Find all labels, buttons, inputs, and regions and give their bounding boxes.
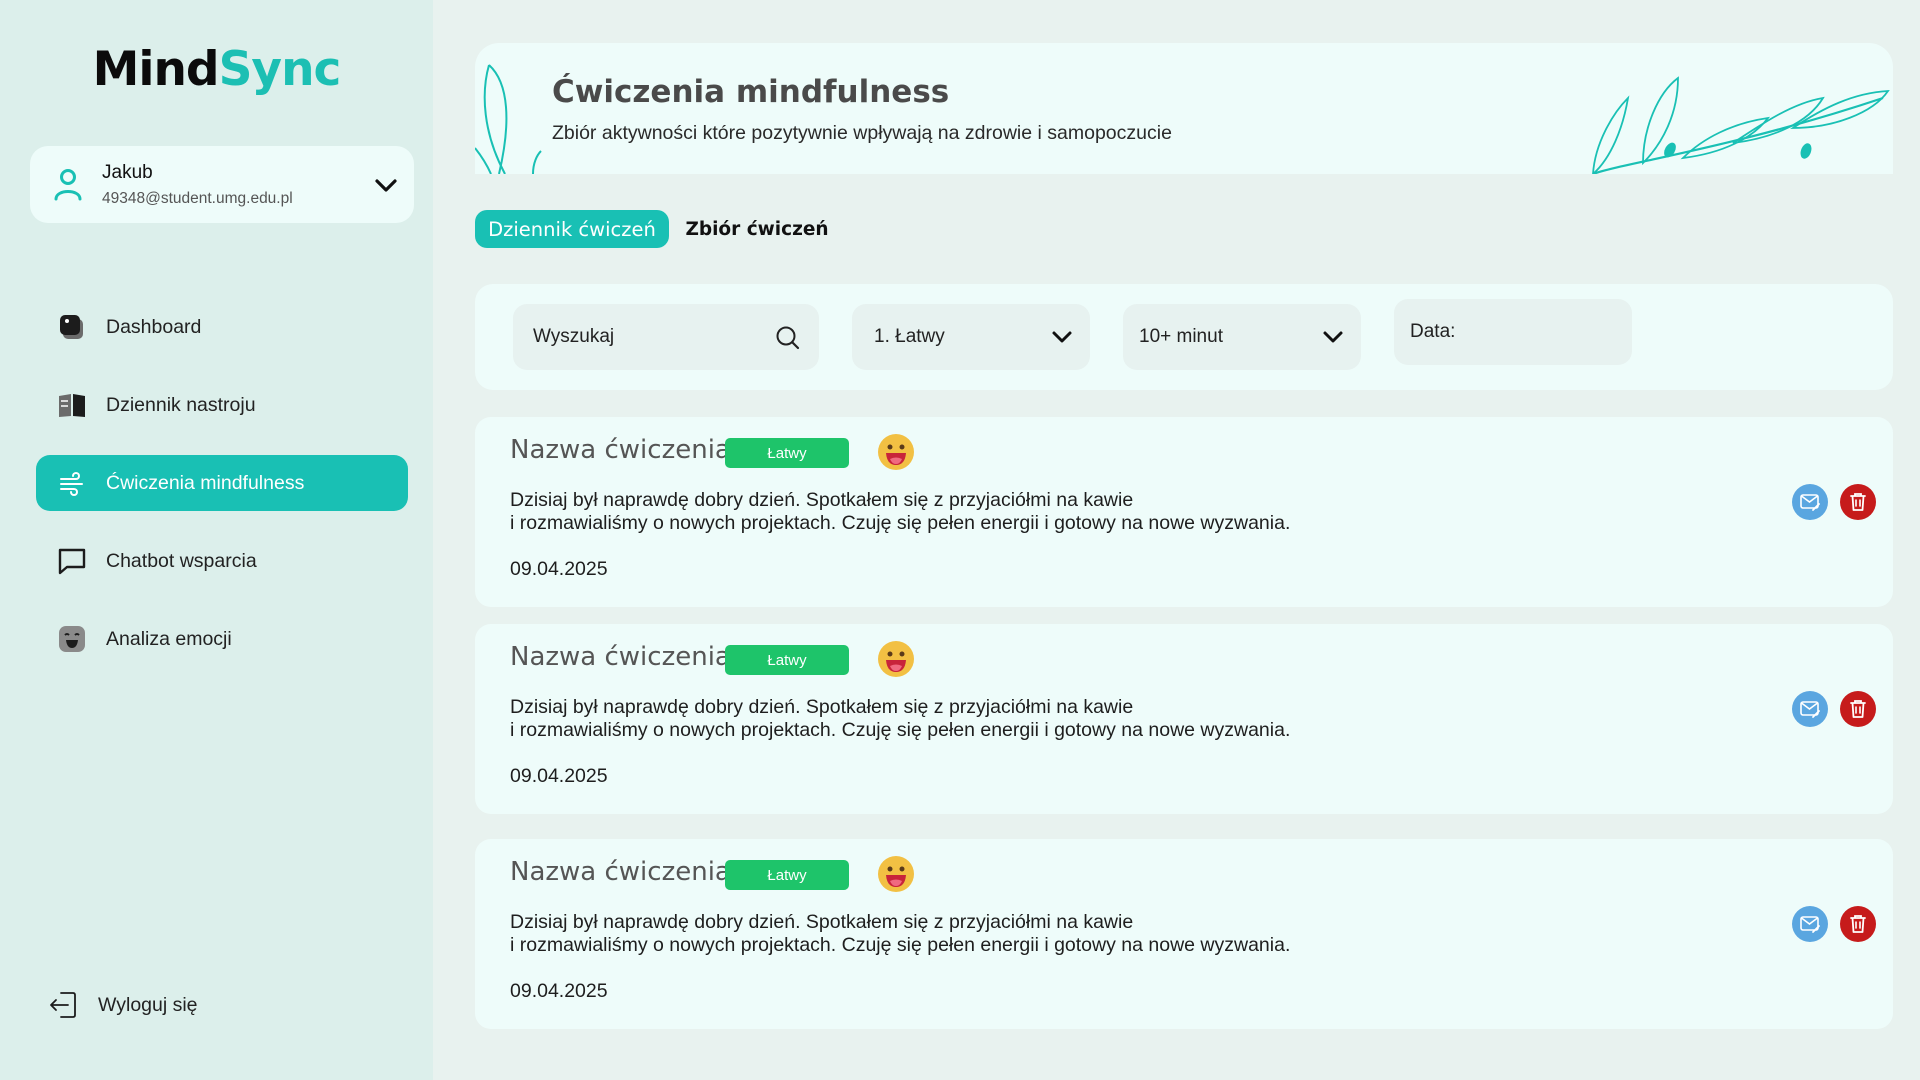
entry-text: Dzisiaj był naprawdę dobry dzień. Spotka… — [510, 489, 1290, 535]
sidebar-item-label: Dziennik nastroju — [106, 393, 256, 416]
entry-text-line: Dzisiaj był naprawdę dobry dzień. Spotka… — [510, 489, 1134, 511]
entry-date: 09.04.2025 — [510, 765, 608, 787]
entry-date: 09.04.2025 — [510, 558, 608, 580]
sidebar-item-chatbot[interactable]: Chatbot wsparcia — [36, 533, 408, 589]
tab-exercise-collection[interactable]: Zbiór ćwiczeń — [680, 210, 834, 248]
entry-date: 09.04.2025 — [510, 980, 608, 1002]
duration-select[interactable]: 10+ minut — [1123, 304, 1361, 370]
difficulty-badge: Łatwy — [725, 438, 849, 468]
edit-button[interactable] — [1792, 906, 1828, 942]
emotion-face-icon — [59, 626, 85, 652]
user-menu[interactable]: Jakub 49348@student.umg.edu.pl — [30, 146, 414, 223]
entry-text-line: i rozmawialiśmy o nowych projektach. Czu… — [510, 719, 1291, 741]
difficulty-select[interactable]: 1. Łatwy — [852, 304, 1090, 370]
entry-text-line: i rozmawialiśmy o nowych projektach. Czu… — [510, 934, 1291, 956]
sidebar-item-label: Ćwiczenia mindfulness — [106, 471, 305, 494]
happy-face-icon — [878, 434, 914, 470]
exercise-entry: Nazwa ćwiczenia Łatwy Dzisiaj był napraw… — [475, 417, 1893, 607]
difficulty-badge: Łatwy — [725, 860, 849, 890]
edit-button[interactable] — [1792, 484, 1828, 520]
entry-text-line: Dzisiaj był naprawdę dobry dzień. Spotka… — [510, 696, 1134, 718]
edit-button[interactable] — [1792, 691, 1828, 727]
date-label: Data: — [1410, 321, 1456, 342]
entry-text: Dzisiaj był naprawdę dobry dzień. Spotka… — [510, 911, 1290, 957]
search-input[interactable]: Wyszukaj — [513, 304, 819, 370]
search-icon — [776, 326, 800, 350]
tab-exercise-journal[interactable]: Dziennik ćwiczeń — [475, 210, 669, 248]
book-icon — [59, 394, 85, 417]
sidebar-item-label: Analiza emocji — [106, 627, 232, 650]
logout-button[interactable]: Wyloguj się — [36, 990, 198, 1020]
entry-text: Dzisiaj był naprawdę dobry dzień. Spotka… — [510, 696, 1290, 742]
chevron-down-icon — [1052, 331, 1072, 343]
edit-mail-icon — [1800, 916, 1820, 933]
delete-button[interactable] — [1840, 691, 1876, 727]
logo-mind: Mind — [92, 42, 220, 97]
chevron-down-icon — [1323, 331, 1343, 343]
page-header: Ćwiczenia mindfulness Zbiór aktywności k… — [475, 43, 1893, 174]
sidebar-item-emotion-analysis[interactable]: Analiza emocji — [36, 611, 408, 667]
sidebar-item-mindfulness[interactable]: Ćwiczenia mindfulness — [36, 455, 408, 511]
dashboard-icon — [60, 315, 83, 339]
leaf-decoration-left — [475, 64, 542, 174]
chevron-down-icon[interactable] — [370, 170, 402, 202]
chat-icon — [58, 548, 86, 575]
edit-mail-icon — [1800, 701, 1820, 718]
entry-title: Nazwa ćwiczenia — [510, 435, 731, 465]
logout-label: Wyloguj się — [98, 993, 198, 1016]
delete-button[interactable] — [1840, 906, 1876, 942]
user-icon — [54, 169, 82, 201]
entry-text-line: i rozmawialiśmy o nowych projektach. Czu… — [510, 512, 1291, 534]
page-subtitle: Zbiór aktywności które pozytywnie wpływa… — [552, 122, 1172, 144]
exercise-entry: Nazwa ćwiczenia Łatwy Dzisiaj był napraw… — [475, 839, 1893, 1029]
page-title: Ćwiczenia mindfulness — [552, 74, 950, 110]
user-email: 49348@student.umg.edu.pl — [102, 190, 293, 207]
user-name: Jakub — [102, 162, 153, 183]
logo-sync: Sync — [218, 42, 342, 97]
entry-text-line: Dzisiaj był naprawdę dobry dzień. Spotka… — [510, 911, 1134, 933]
happy-face-icon — [878, 641, 914, 677]
date-field[interactable]: Data: — [1394, 299, 1632, 365]
entry-title: Nazwa ćwiczenia — [510, 642, 731, 672]
difficulty-selected: 1. Łatwy — [874, 326, 945, 347]
edit-mail-icon — [1800, 494, 1820, 511]
trash-icon — [1850, 493, 1866, 511]
sidebar-item-label: Dashboard — [106, 315, 202, 338]
entry-title: Nazwa ćwiczenia — [510, 857, 731, 887]
trash-icon — [1850, 700, 1866, 718]
delete-button[interactable] — [1840, 484, 1876, 520]
difficulty-badge: Łatwy — [725, 645, 849, 675]
logout-icon — [50, 992, 76, 1018]
sidebar: MindSync Jakub 49348@student.umg.edu.pl … — [0, 0, 433, 1080]
sidebar-item-label: Chatbot wsparcia — [106, 549, 257, 572]
sidebar-item-mood-journal[interactable]: Dziennik nastroju — [36, 377, 408, 433]
happy-face-icon — [878, 856, 914, 892]
wind-icon — [60, 471, 83, 496]
search-placeholder: Wyszukaj — [533, 326, 615, 347]
filter-bar: Wyszukaj 1. Łatwy 10+ minut Data: — [475, 284, 1893, 390]
exercise-entry: Nazwa ćwiczenia Łatwy Dzisiaj był napraw… — [475, 624, 1893, 814]
trash-icon — [1850, 915, 1866, 933]
sidebar-item-dashboard[interactable]: Dashboard — [36, 299, 408, 355]
leaf-decoration-right — [1592, 76, 1890, 174]
app-logo: MindSync — [0, 42, 433, 97]
duration-selected: 10+ minut — [1139, 326, 1223, 347]
